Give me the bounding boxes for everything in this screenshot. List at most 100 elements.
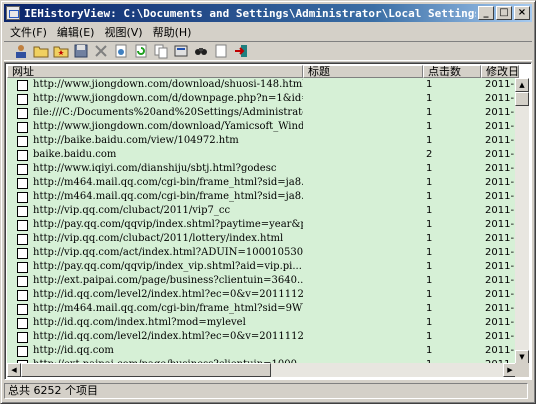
count-cell: 1 <box>423 344 481 358</box>
table-row[interactable]: http://id.qq.com/level2/index.html?ec=0&… <box>7 288 519 302</box>
date-cell: 2011-12 <box>481 260 519 274</box>
table-row[interactable]: http://id.qq.com/index.html?mod=mylevel 1… <box>7 316 519 330</box>
row-checkbox[interactable] <box>17 205 28 217</box>
count-cell: 1 <box>423 78 481 92</box>
horizontal-scroll-thumb[interactable] <box>21 363 271 377</box>
table-row[interactable]: http://id.qq.com 12011-12 <box>7 344 519 358</box>
column-header-title[interactable]: 标题 <box>303 65 423 78</box>
table-row[interactable]: http://vip.qq.com/clubact/2011/vip7_cc 1 2… <box>7 204 519 218</box>
url-text: file:///C:/Documents%20and%20Settings/Ad… <box>33 107 303 118</box>
count-cell: 1 <box>423 218 481 232</box>
row-checkbox[interactable] <box>17 121 28 133</box>
table-row[interactable]: http://www.jiongdown.com/download/Yamics… <box>7 120 519 134</box>
date-cell: 2011-12 <box>481 134 519 148</box>
row-checkbox[interactable] <box>17 247 28 259</box>
scroll-left-button[interactable]: ◀ <box>7 363 21 377</box>
url-text: http://m464.mail.qq.com/cgi-bin/frame_ht… <box>33 177 303 188</box>
row-checkbox[interactable] <box>17 345 28 357</box>
table-row[interactable]: http://pay.qq.com/qqvip/index_vip.shtml?… <box>7 260 519 274</box>
menu-edit[interactable]: 编辑(E) <box>52 24 100 40</box>
table-row[interactable]: http://m464.mail.qq.com/cgi-bin/frame_ht… <box>7 190 519 204</box>
count-cell: 1 <box>423 162 481 176</box>
table-row[interactable]: baike.baidu.com 22011-12 <box>7 148 519 162</box>
table-row[interactable]: http://pay.qq.com/qqvip/index.shtml?payt… <box>7 218 519 232</box>
row-checkbox[interactable] <box>17 149 28 161</box>
favorites-icon[interactable] <box>53 43 69 59</box>
column-header-date[interactable]: 修改日期 <box>481 65 519 78</box>
url-cell: http://ext.paipai.com/page/business?clie… <box>7 274 303 288</box>
vertical-scroll-thumb[interactable] <box>515 92 529 106</box>
refresh-icon[interactable] <box>133 43 149 59</box>
menu-help[interactable]: 帮助(H) <box>148 24 197 40</box>
url-text: http://pay.qq.com/qqvip/index_vip.shtml?… <box>33 261 302 272</box>
copy-icon[interactable] <box>153 43 169 59</box>
table-row[interactable]: http://id.qq.com/level2/index.html?ec=0&… <box>7 330 519 344</box>
url-text: http://baike.baidu.com/view/104972.htm <box>33 135 239 146</box>
count-cell: 1 <box>423 190 481 204</box>
html-report-icon[interactable] <box>173 43 189 59</box>
row-checkbox[interactable] <box>17 79 28 91</box>
row-checkbox[interactable] <box>17 289 28 301</box>
blank-page-icon[interactable] <box>213 43 229 59</box>
close-button[interactable]: × <box>514 6 530 20</box>
scroll-down-button[interactable]: ▼ <box>515 350 529 364</box>
url-cell: http://www.jiongdown.com/download/shuosi… <box>7 78 303 92</box>
menu-view[interactable]: 视图(V) <box>99 24 147 40</box>
horizontal-scrollbar[interactable]: ◀ ▶ <box>7 363 517 377</box>
table-row[interactable]: http://www.jiongdown.com/d/downpage.php?… <box>7 92 519 106</box>
table-row[interactable]: http://vip.qq.com/act/index.html?ADUIN=1… <box>7 246 519 260</box>
vertical-scrollbar[interactable]: ▲ ▼ <box>515 78 529 364</box>
title-cell <box>303 302 423 316</box>
find-icon[interactable] <box>193 43 209 59</box>
row-checkbox[interactable] <box>17 219 28 231</box>
table-row[interactable]: http://baike.baidu.com/view/104972.htm 1 2… <box>7 134 519 148</box>
table-row[interactable]: http://vip.qq.com/clubact/2011/lottery/i… <box>7 232 519 246</box>
row-checkbox[interactable] <box>17 163 28 175</box>
title-cell <box>303 288 423 302</box>
column-header-count[interactable]: 点击数 <box>423 65 481 78</box>
menu-file[interactable]: 文件(F) <box>5 24 52 40</box>
url-text: http://ext.paipai.com/page/business?clie… <box>33 275 303 286</box>
row-checkbox[interactable] <box>17 93 28 105</box>
url-cell: http://id.qq.com/index.html?mod=mylevel <box>7 316 303 330</box>
row-checkbox[interactable] <box>17 331 28 343</box>
row-checkbox[interactable] <box>17 261 28 273</box>
window-title: IEHistoryView: C:\Documents and Settings… <box>24 6 476 20</box>
count-cell: 2 <box>423 148 481 162</box>
title-cell <box>303 176 423 190</box>
table-row[interactable]: http://ext.paipai.com/page/business?clie… <box>7 274 519 288</box>
maximize-button[interactable]: □ <box>496 6 512 20</box>
table-row[interactable]: http://m464.mail.qq.com/cgi-bin/frame_ht… <box>7 176 519 190</box>
save-icon[interactable] <box>73 43 89 59</box>
minimize-button[interactable]: _ <box>478 6 494 20</box>
row-checkbox[interactable] <box>17 107 28 119</box>
date-cell: 2011-12 <box>481 274 519 288</box>
column-header-url[interactable]: 网址 <box>7 65 303 78</box>
row-checkbox[interactable] <box>17 135 28 147</box>
properties-icon[interactable] <box>13 43 29 59</box>
row-checkbox[interactable] <box>17 275 28 287</box>
exit-icon[interactable] <box>233 43 249 59</box>
status-bar: 总共 6252 个项目 <box>4 382 532 400</box>
url-cell: http://id.qq.com/level2/index.html?ec=0&… <box>7 288 303 302</box>
row-checkbox[interactable] <box>17 177 28 189</box>
open-url-icon[interactable] <box>113 43 129 59</box>
table-row[interactable]: http://m464.mail.qq.com/cgi-bin/frame_ht… <box>7 302 519 316</box>
url-cell: http://www.jiongdown.com/d/downpage.php?… <box>7 92 303 106</box>
row-checkbox[interactable] <box>17 233 28 245</box>
table-row[interactable]: http://www.iqiyi.com/dianshiju/sbtj.html… <box>7 162 519 176</box>
scroll-up-button[interactable]: ▲ <box>515 78 529 92</box>
row-checkbox[interactable] <box>17 317 28 329</box>
open-folder-icon[interactable] <box>33 43 49 59</box>
history-list[interactable]: 网址 标题 点击数 修改日期 http://www.jiongdown.com/… <box>4 62 532 380</box>
delete-icon[interactable] <box>93 43 109 59</box>
url-text: http://id.qq.com/index.html?mod=mylevel <box>33 317 246 328</box>
title-bar[interactable]: IEHistoryView: C:\Documents and Settings… <box>4 4 532 22</box>
row-checkbox[interactable] <box>17 191 28 203</box>
url-text: http://id.qq.com/level2/index.html?ec=0&… <box>33 289 303 300</box>
url-cell: http://m464.mail.qq.com/cgi-bin/frame_ht… <box>7 176 303 190</box>
row-checkbox[interactable] <box>17 303 28 315</box>
date-cell: 2011-12 <box>481 302 519 316</box>
table-row[interactable]: file:///C:/Documents%20and%20Settings/Ad… <box>7 106 519 120</box>
table-row[interactable]: http://www.jiongdown.com/download/shuosi… <box>7 78 519 92</box>
